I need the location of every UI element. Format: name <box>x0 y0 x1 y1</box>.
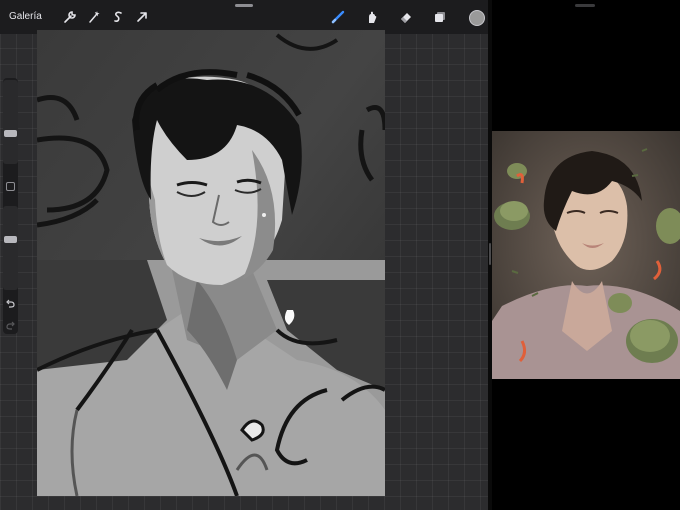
wrench-icon[interactable] <box>62 9 78 25</box>
sketch-artwork <box>37 30 385 496</box>
brush-size-thumb[interactable] <box>4 130 17 137</box>
undo-icon[interactable] <box>5 296 16 308</box>
eraser-icon[interactable] <box>398 9 414 25</box>
brush-opacity-thumb[interactable] <box>4 236 17 243</box>
redo-icon[interactable] <box>5 318 16 330</box>
gallery-button[interactable]: Galería <box>9 11 42 22</box>
layers-icon[interactable] <box>432 9 448 25</box>
smudge-icon[interactable] <box>364 9 380 25</box>
modify-button-icon[interactable] <box>6 182 15 191</box>
drawing-canvas[interactable] <box>37 30 385 496</box>
top-toolbar: Galería <box>0 0 488 34</box>
magic-wand-icon[interactable] <box>86 9 102 25</box>
brush-size-slider[interactable] <box>3 80 18 164</box>
procreate-app: Galería <box>0 0 488 510</box>
reference-image <box>492 131 680 379</box>
left-sidebar <box>3 78 18 334</box>
top-grab-handle[interactable] <box>235 4 253 7</box>
reference-painting <box>492 131 680 379</box>
split-view-handle[interactable] <box>489 243 491 265</box>
arrow-cursor-icon[interactable] <box>134 9 150 25</box>
brush-opacity-slider[interactable] <box>3 206 18 290</box>
brush-icon[interactable] <box>330 9 346 25</box>
selection-s-icon[interactable] <box>110 9 126 25</box>
color-picker-button[interactable] <box>469 10 485 26</box>
reference-app-grab-handle[interactable] <box>575 4 595 7</box>
